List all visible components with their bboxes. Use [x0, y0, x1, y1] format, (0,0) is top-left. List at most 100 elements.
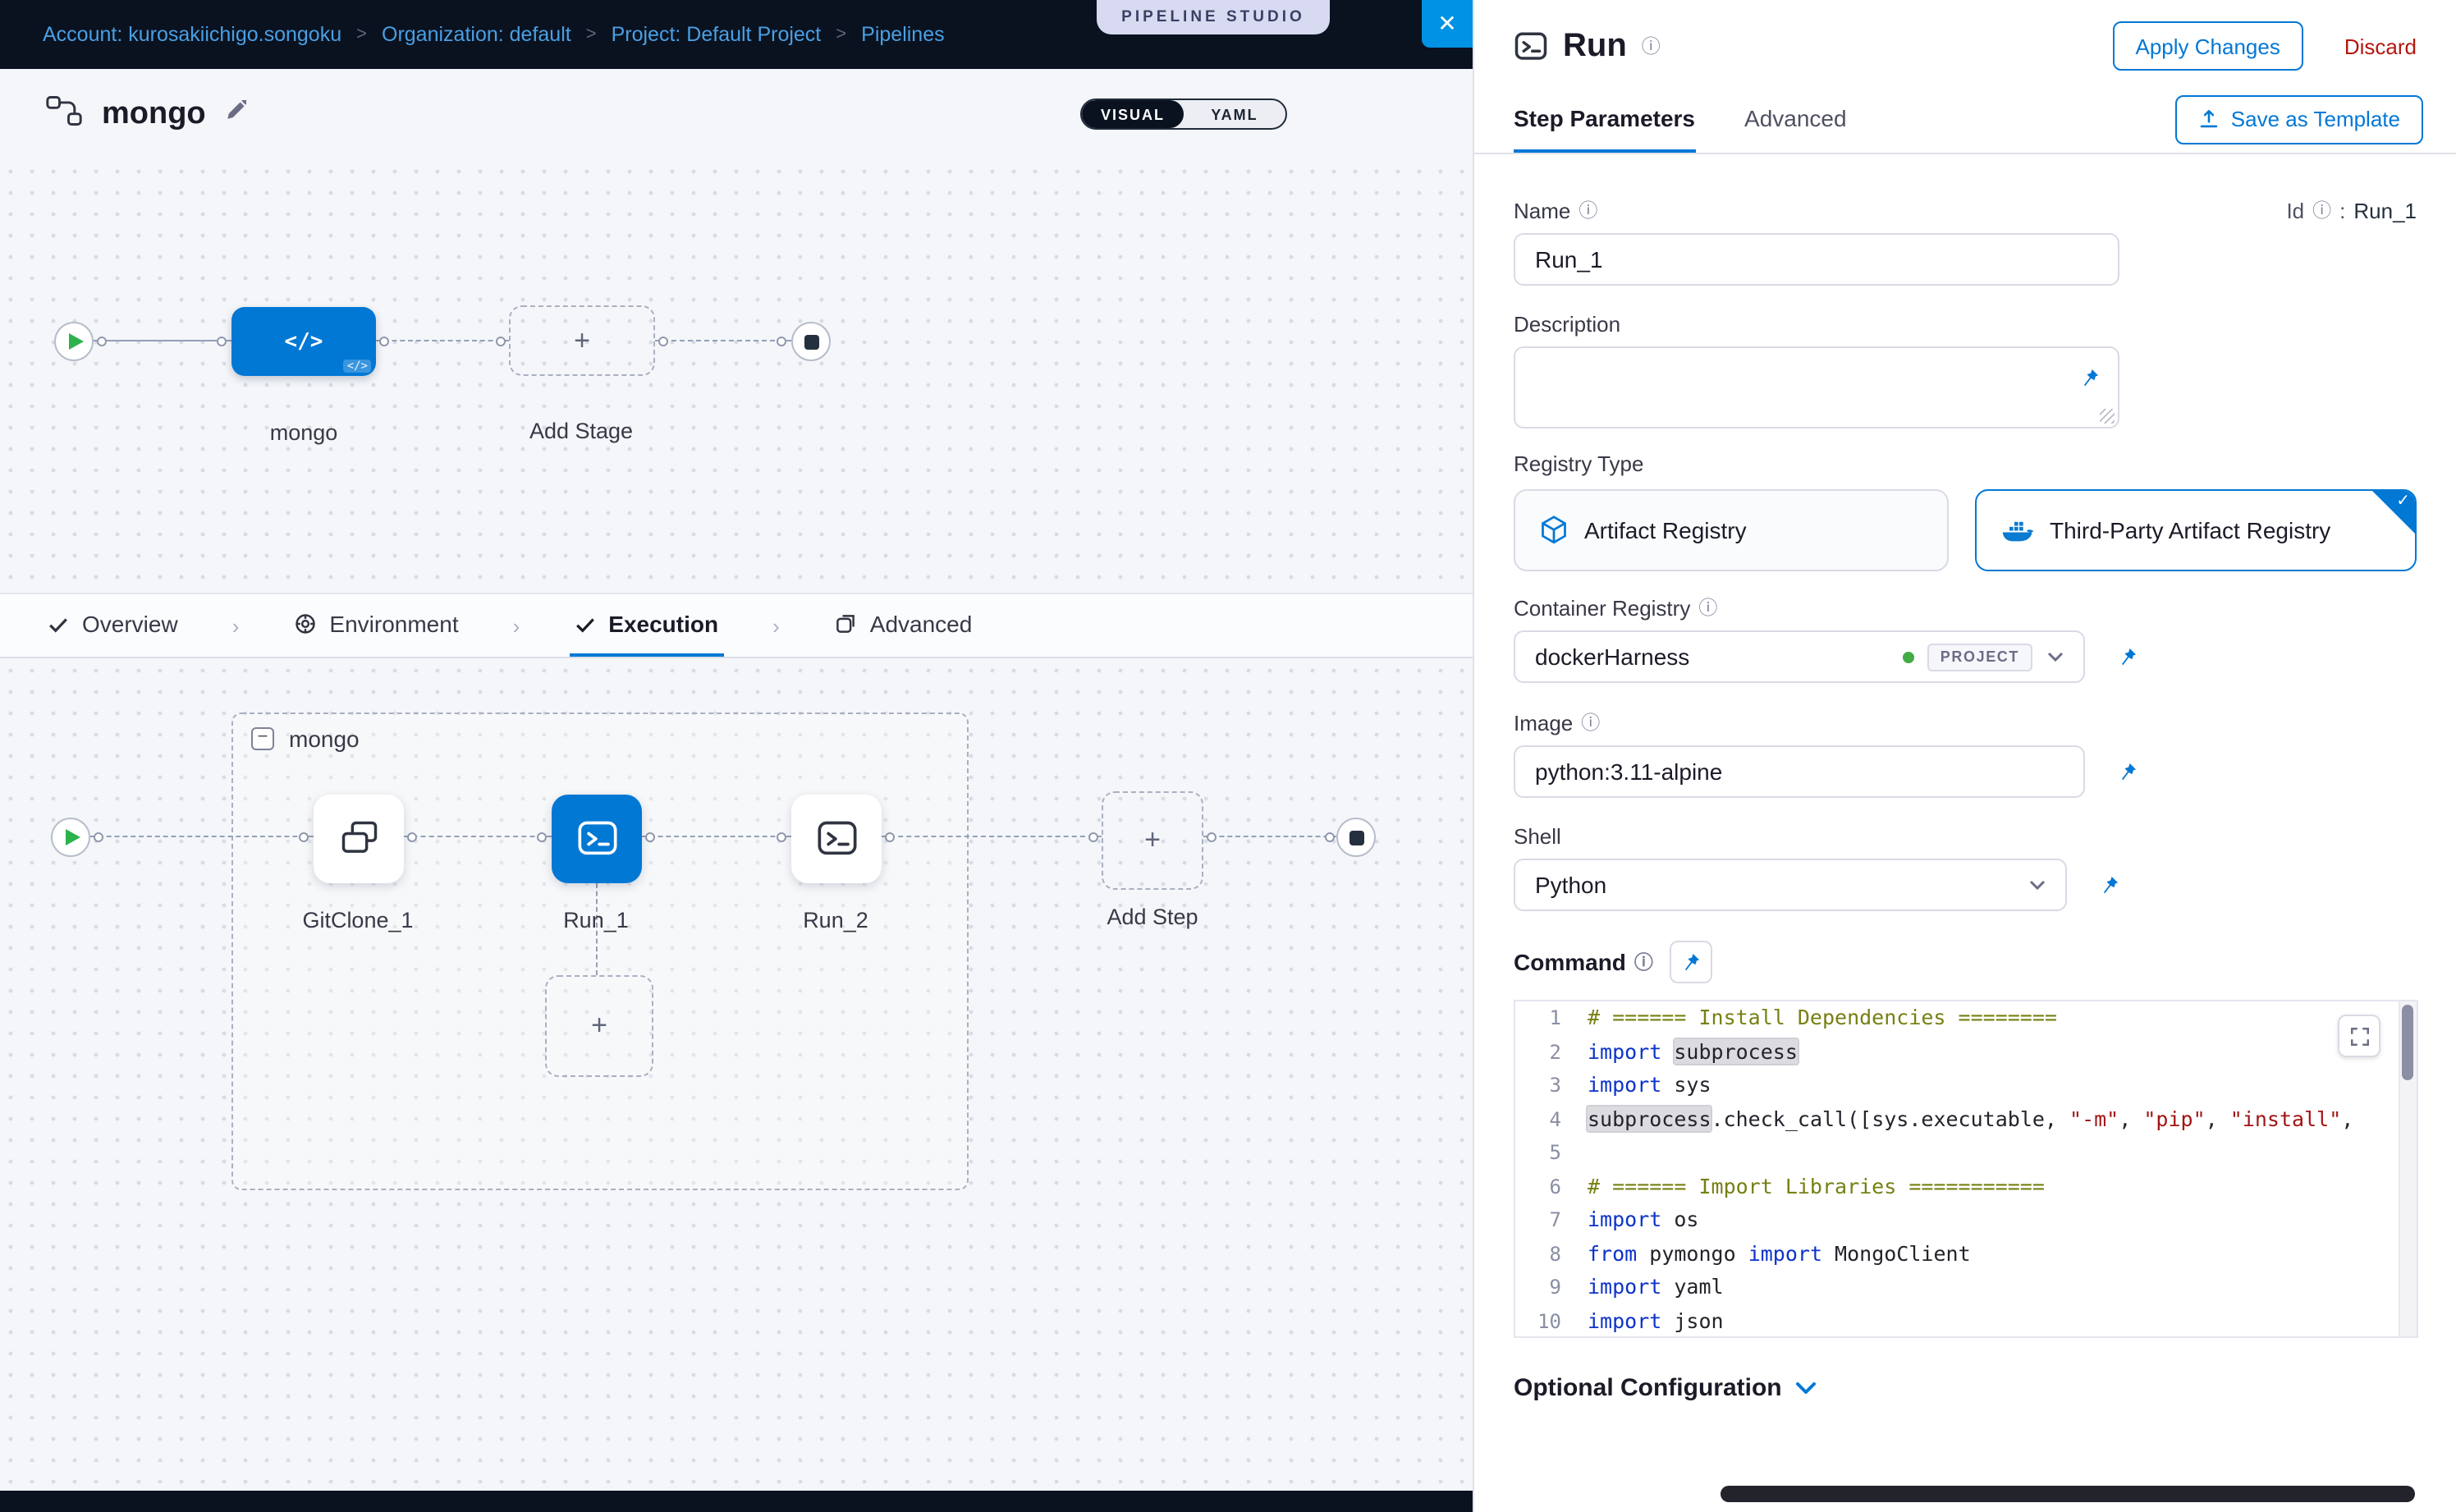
environment-icon — [293, 612, 316, 635]
editor-scrollbar[interactable] — [2399, 1001, 2417, 1336]
pipeline-end-node[interactable] — [791, 322, 831, 361]
panel-horizontal-scrollbar-thumb[interactable] — [1721, 1486, 2415, 1502]
add-step-label: Add Step — [1062, 905, 1243, 929]
expand-icon — [2348, 1025, 2370, 1047]
execution-start-node[interactable] — [51, 818, 90, 857]
check-icon — [48, 613, 69, 635]
step-node-run-1-selected[interactable] — [552, 795, 642, 883]
name-input[interactable]: Run_1 — [1514, 233, 2119, 286]
resize-handle[interactable] — [2100, 409, 2115, 424]
step-label: Run_1 — [506, 908, 686, 932]
description-textarea[interactable] — [1514, 346, 2119, 428]
plus-icon: + — [574, 324, 590, 357]
collapse-group-button[interactable]: − — [251, 727, 274, 750]
expand-editor-button[interactable] — [2338, 1015, 2380, 1057]
breadcrumb-project[interactable]: Project: Default Project — [612, 23, 822, 46]
pin-icon[interactable] — [1670, 941, 1712, 983]
container-registry-input[interactable]: dockerHarness PROJECT — [1514, 630, 2085, 683]
check-icon: ✓ — [2396, 493, 2410, 511]
tab-step-advanced[interactable]: Advanced — [1744, 85, 1847, 153]
command-code-editor[interactable]: 1# ====== Install Dependencies ========2… — [1514, 1000, 2418, 1338]
info-icon[interactable]: ⓘ — [1698, 594, 1717, 621]
shell-label: Shell — [1514, 824, 1561, 849]
editor-scrollbar-thumb[interactable] — [2402, 1005, 2413, 1080]
add-stage-label: Add Stage — [491, 419, 671, 443]
step-node-gitclone-1[interactable] — [314, 795, 404, 883]
tab-step-parameters[interactable]: Step Parameters — [1514, 85, 1695, 153]
stage-tabbar: Overview › Environment › Execution › Adv… — [0, 593, 1473, 658]
close-panel-button[interactable]: ✕ — [1422, 0, 1473, 48]
plus-icon: + — [591, 1010, 607, 1042]
check-icon — [574, 613, 595, 635]
execution-graph-canvas: − mongo — [0, 660, 1473, 1491]
edge-port — [1207, 832, 1217, 842]
breadcrumb-separator: > — [356, 25, 367, 44]
app-root: Account: kurosakiichigo.songoku > Organi… — [0, 0, 2456, 1512]
pin-icon[interactable] — [2067, 356, 2110, 399]
tab-execution[interactable]: Execution — [569, 594, 723, 657]
edit-pipeline-icon[interactable] — [226, 100, 247, 130]
info-icon[interactable]: ⓘ — [1579, 197, 1597, 223]
pipeline-icon — [46, 95, 82, 135]
discard-button[interactable]: Discard — [2344, 34, 2417, 58]
edge-port — [379, 337, 389, 346]
step-node-run-2[interactable] — [791, 795, 882, 883]
apply-changes-button[interactable]: Apply Changes — [2113, 21, 2303, 71]
connected-status-dot — [1903, 651, 1914, 662]
pin-icon[interactable] — [2087, 864, 2129, 906]
run-step-icon — [1514, 29, 1548, 63]
stage-node-mongo[interactable]: </> </> — [231, 307, 376, 376]
edge-port — [1325, 832, 1335, 842]
breadcrumb-separator: > — [836, 25, 846, 44]
pin-icon[interactable] — [2105, 750, 2147, 793]
shell-select[interactable]: Python — [1514, 859, 2067, 911]
pin-icon[interactable] — [2105, 635, 2147, 678]
tab-advanced[interactable]: Advanced — [829, 594, 978, 657]
pipeline-start-node[interactable] — [54, 322, 94, 361]
info-icon[interactable]: ⓘ — [1634, 949, 1653, 975]
yaml-toggle-button[interactable]: YAML — [1184, 100, 1285, 128]
edge-port — [217, 337, 227, 346]
execution-end-node[interactable] — [1336, 818, 1376, 857]
edge-port — [1088, 832, 1098, 842]
chevron-down-icon[interactable] — [2029, 880, 2046, 890]
image-label: Image ⓘ — [1514, 709, 1600, 735]
add-stage-button[interactable]: + — [509, 305, 655, 376]
name-label: Name ⓘ — [1514, 197, 1597, 223]
edge-port — [645, 832, 655, 842]
edge — [882, 836, 1102, 837]
breadcrumb-organization[interactable]: Organization: default — [382, 23, 571, 46]
edge-port — [658, 337, 668, 346]
registry-type-cards: Artifact Registry Third-Party Artifact R… — [1514, 489, 2417, 571]
edge-port — [97, 337, 107, 346]
scope-badge: PROJECT — [1927, 643, 2032, 671]
save-as-template-button[interactable]: Save as Template — [2175, 94, 2423, 144]
info-icon[interactable]: ⓘ — [2312, 197, 2331, 223]
artifact-registry-card[interactable]: Artifact Registry — [1514, 489, 1948, 571]
edge-port — [885, 832, 895, 842]
add-step-button[interactable]: + — [1102, 791, 1203, 890]
stage-label: mongo — [213, 420, 394, 445]
tab-overview[interactable]: Overview — [43, 594, 183, 657]
image-input[interactable]: python:3.11-alpine — [1514, 745, 2085, 798]
optional-configuration-toggle[interactable]: Optional Configuration — [1514, 1374, 2417, 1402]
terminal-icon — [575, 818, 618, 860]
edge — [90, 836, 314, 837]
add-parallel-step-button[interactable]: + — [545, 975, 653, 1077]
step-label: GitClone_1 — [268, 908, 448, 932]
edge-port — [537, 832, 547, 842]
visual-toggle-button[interactable]: VISUAL — [1082, 100, 1184, 128]
edge — [1203, 836, 1336, 837]
edge-port — [777, 832, 786, 842]
info-icon[interactable]: ⓘ — [1581, 709, 1600, 735]
chevron-right-icon: › — [513, 594, 520, 657]
step-group-mongo — [231, 712, 969, 1190]
info-icon[interactable]: ⓘ — [1642, 33, 1661, 59]
chevron-down-icon[interactable] — [2047, 652, 2064, 662]
tab-environment[interactable]: Environment — [288, 594, 463, 657]
codebase-badge-icon: </> — [344, 360, 371, 373]
breadcrumb-account[interactable]: Account: kurosakiichigo.songoku — [43, 23, 341, 46]
breadcrumb-pipelines[interactable]: Pipelines — [861, 23, 944, 46]
edge — [655, 340, 791, 341]
third-party-registry-card[interactable]: Third-Party Artifact Registry ✓ — [1974, 489, 2417, 571]
